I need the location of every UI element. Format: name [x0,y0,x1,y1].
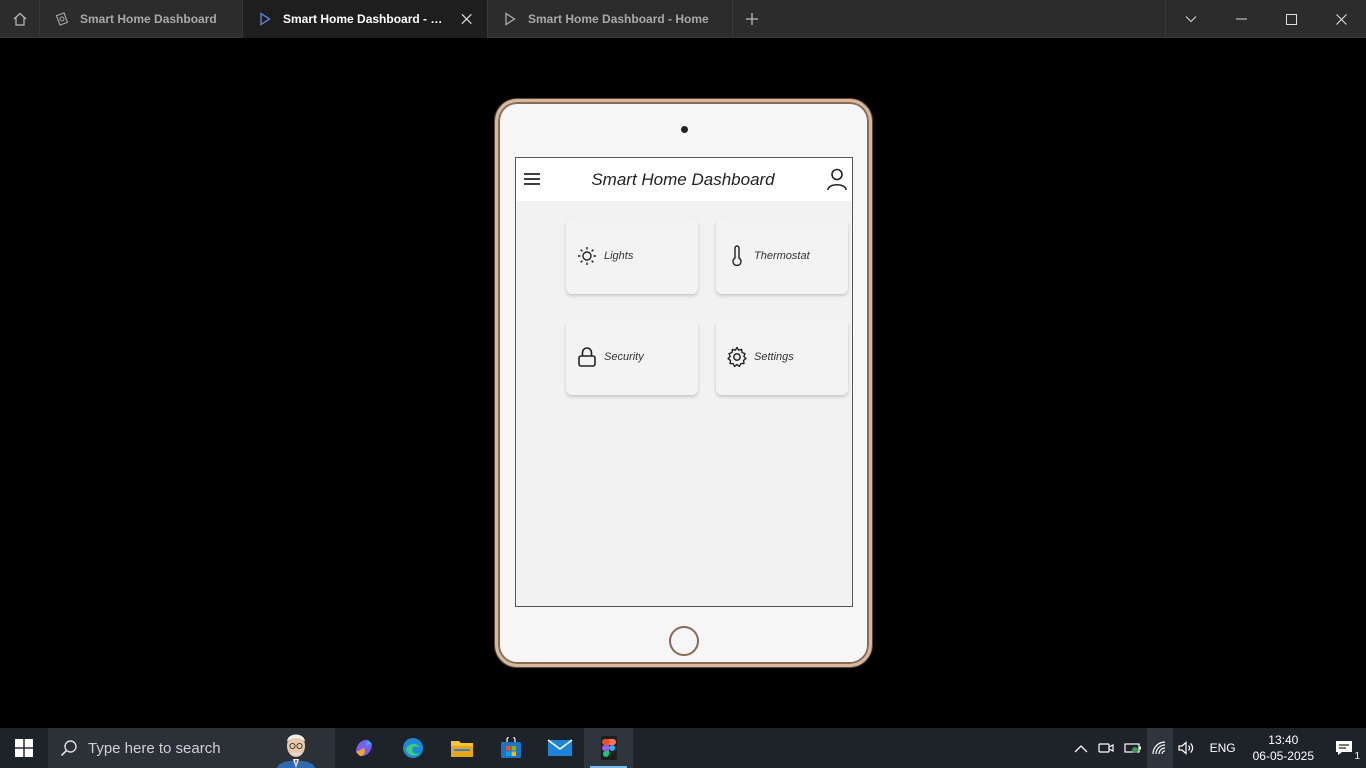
camera-tray-button[interactable] [1093,728,1119,768]
clock-time: 13:40 [1268,733,1299,747]
clock-date: 06-05-2025 [1252,749,1314,763]
settings-card[interactable]: Settings [716,319,848,395]
play-icon [257,11,273,27]
minimize-icon [1235,18,1247,20]
maximize-icon [1285,13,1297,25]
tablet-screen: Smart Home Dashboard Lights Thermostat S… [515,157,853,607]
show-hidden-icons-button[interactable] [1069,728,1093,768]
home-icon [13,12,26,26]
thermometer-icon [726,245,748,267]
thermostat-card[interactable]: Thermostat [716,218,848,294]
app-title: Smart Home Dashboard [591,170,775,189]
search-icon [60,740,77,757]
chevron-up-icon [1074,744,1088,752]
tab-list-button[interactable] [1166,0,1216,38]
tablet-home-button[interactable] [669,626,699,656]
close-tab-icon[interactable] [460,12,473,26]
user-profile-icon[interactable] [826,167,848,191]
play-icon [502,11,518,27]
start-button[interactable] [0,728,48,768]
notification-count: 1 [1354,751,1360,762]
volume-tray-button[interactable] [1173,728,1201,768]
camera-dot [681,126,688,133]
search-highlight-illustration-icon [277,734,315,768]
close-window-button[interactable] [1316,0,1366,38]
app-header: Smart Home Dashboard [516,158,852,201]
taskbar-edge[interactable] [388,728,437,768]
tab-bar: Smart Home Dashboard Smart Home Dashboar… [0,0,1366,38]
copilot-icon [355,739,372,757]
battery-tray-button[interactable] [1119,728,1147,768]
battery-charging-icon [1123,743,1141,753]
new-tab-button[interactable] [733,0,771,38]
window-controls [1165,0,1366,38]
taskbar: Type here to search ENG 13:40 06-05-2025… [0,728,1366,768]
gear-icon [726,346,748,368]
maximize-button[interactable] [1266,0,1316,38]
lights-card[interactable]: Lights [566,218,698,294]
taskbar-search-box[interactable]: Type here to search [48,728,335,768]
sun-icon [576,245,598,267]
minimize-button[interactable] [1216,0,1266,38]
store-icon [500,737,521,758]
close-icon [1335,13,1347,25]
edge-browser-icon [402,738,423,758]
clock[interactable]: 13:40 06-05-2025 [1245,732,1322,764]
tab-label: Smart Home Dashboard - Home 2 [283,11,444,26]
security-card[interactable]: Security [566,319,698,395]
language-indicator[interactable]: ENG [1201,728,1245,768]
tab-label: Smart Home Dashboard - Home [528,11,709,26]
system-tray: ENG 13:40 06-05-2025 1 [1069,728,1366,768]
wifi-icon [1151,741,1165,755]
figma-file-icon [54,11,70,27]
card-label: Thermostat [754,250,810,262]
search-placeholder: Type here to search [88,739,221,757]
tab-smart-home-dashboard-home[interactable]: Smart Home Dashboard - Home [488,0,733,38]
prototype-canvas: Smart Home Dashboard Lights Thermostat S… [0,38,1366,728]
card-label: Lights [604,250,634,262]
network-tray-button[interactable] [1146,728,1173,768]
plus-icon [746,12,758,25]
notifications-button[interactable]: 1 [1322,728,1366,768]
hamburger-menu-icon[interactable] [522,170,542,188]
figma-icon [600,736,617,760]
speaker-icon [1177,741,1193,755]
tab-smart-home-dashboard[interactable]: Smart Home Dashboard [40,0,243,38]
tab-smart-home-dashboard-home-2[interactable]: Smart Home Dashboard - Home 2 [243,0,488,38]
card-label: Settings [754,351,794,363]
home-button[interactable] [0,0,40,38]
mail-icon [547,739,572,756]
taskbar-microsoft-store[interactable] [486,728,535,768]
card-label: Security [604,351,644,363]
taskbar-mail[interactable] [535,728,584,768]
taskbar-figma[interactable] [584,728,633,768]
taskbar-copilot[interactable] [339,728,388,768]
folder-icon [450,741,473,757]
taskbar-file-explorer[interactable] [437,728,486,768]
tab-label: Smart Home Dashboard [80,11,217,26]
windows-logo-icon [15,739,33,757]
notification-icon [1336,741,1352,755]
chevron-down-icon [1185,16,1197,23]
video-camera-icon [1097,743,1114,753]
lock-icon [576,346,598,368]
tablet-frame: Smart Home Dashboard Lights Thermostat S… [495,99,872,667]
